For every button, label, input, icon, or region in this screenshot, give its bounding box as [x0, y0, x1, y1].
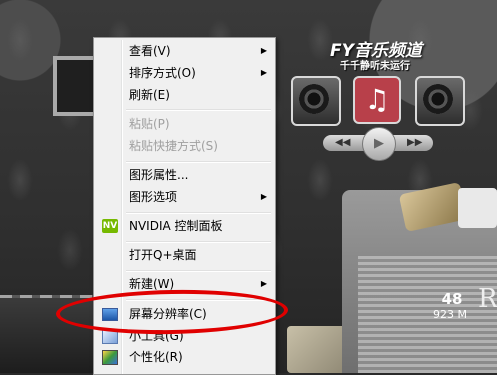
menu-item-nvidia-control-panel[interactable]: NV NVIDIA 控制面板	[96, 216, 273, 236]
stat-extra-label: R	[478, 284, 497, 314]
play-button[interactable]: ▶	[362, 127, 396, 161]
menu-item-label: NVIDIA 控制面板	[129, 219, 223, 233]
system-stat-widget[interactable]: 48 923 M	[432, 290, 472, 321]
submenu-arrow-icon: ▶	[260, 279, 267, 288]
menu-item-label: 查看(V)	[129, 44, 171, 58]
personalize-icon	[102, 350, 118, 365]
menu-item-label: 图形属性...	[129, 168, 189, 182]
next-track-button[interactable]: ▶▶	[407, 135, 422, 151]
menu-item-label: 粘贴(P)	[129, 117, 170, 131]
white-pillow	[458, 188, 497, 228]
previous-track-button[interactable]: ◀◀	[335, 135, 350, 151]
submenu-arrow-icon: ▶	[260, 192, 267, 201]
menu-separator	[126, 212, 271, 214]
stat-value: 48	[441, 290, 463, 308]
menu-item-paste-shortcut[interactable]: 粘贴快捷方式(S)	[96, 136, 273, 156]
menu-item-label: 打开Q+桌面	[129, 248, 197, 262]
menu-item-sort-by[interactable]: 排序方式(O) ▶	[96, 63, 273, 83]
menu-separator	[126, 241, 271, 243]
right-speaker-icon	[415, 76, 465, 126]
left-speaker-icon	[291, 76, 341, 126]
menu-separator	[126, 109, 271, 111]
music-note-icon[interactable]: ♫	[353, 76, 401, 124]
menu-item-label: 图形选项	[129, 190, 178, 204]
menu-item-graphics-properties[interactable]: 图形属性...	[96, 165, 273, 185]
menu-item-refresh[interactable]: 刷新(E)	[96, 85, 273, 105]
nvidia-icon: NV	[102, 219, 118, 233]
menu-item-label: 新建(W)	[129, 277, 175, 291]
menu-item-view[interactable]: 查看(V) ▶	[96, 41, 273, 61]
music-widget[interactable]: FY音乐频道 千千静听未运行 ♫ ◀◀ ▶ ▶▶	[285, 36, 467, 166]
menu-item-label: 粘贴快捷方式(S)	[129, 139, 218, 153]
menu-item-open-qplus-desktop[interactable]: 打开Q+桌面	[96, 245, 273, 265]
music-widget-status: 千千静听未运行	[340, 61, 410, 72]
menu-item-label: 刷新(E)	[129, 88, 170, 102]
submenu-arrow-icon: ▶	[260, 68, 267, 77]
stat-memory: 923 M	[433, 308, 467, 321]
menu-item-graphics-options[interactable]: 图形选项 ▶	[96, 187, 273, 207]
floor-ottoman	[287, 326, 347, 373]
menu-item-label: 排序方式(O)	[129, 66, 196, 80]
menu-item-personalize[interactable]: 个性化(R)	[96, 347, 273, 367]
menu-separator	[126, 270, 271, 272]
menu-item-label: 个性化(R)	[129, 350, 183, 364]
menu-separator	[126, 161, 271, 163]
submenu-arrow-icon: ▶	[260, 46, 267, 55]
menu-item-paste[interactable]: 粘贴(P)	[96, 114, 273, 134]
